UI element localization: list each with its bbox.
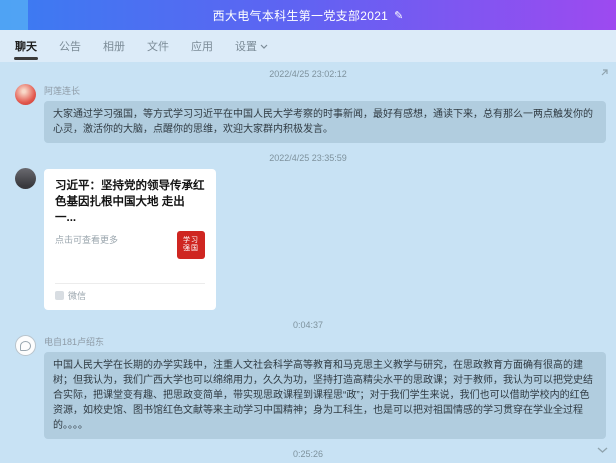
chat-message: 阿莲连长 大家通过学习强国，等方式学习习近平在中国人民大学考察的时事新闻，最好有… (0, 82, 616, 147)
xuexi-qiangguo-logo-icon: 学习 强国 (177, 231, 205, 259)
tab-apps-label: 应用 (191, 38, 213, 54)
tab-announcement-label: 公告 (59, 38, 81, 54)
tab-album-label: 相册 (103, 38, 125, 54)
avatar[interactable] (15, 335, 36, 356)
tab-chat-label: 聊天 (15, 38, 37, 54)
tab-files[interactable]: 文件 (146, 30, 170, 62)
wechat-source-icon (55, 291, 64, 300)
avatar[interactable] (15, 84, 36, 105)
chat-message-area: 2022/4/25 23:02:12 阿莲连长 大家通过学习强国，等方式学习习近… (0, 62, 616, 463)
shared-link-card[interactable]: 习近平：坚持党的领导传承红色基因扎根中国大地 走出一... 点击可查看更多 学习… (44, 169, 216, 310)
card-source: 微信 (68, 289, 86, 302)
message-bubble: 中国人民大学在长期的办学实践中，注重人文社会科学高等教育和马克思主义教学与研究，… (44, 352, 606, 439)
tab-announcement[interactable]: 公告 (58, 30, 82, 62)
title-bar: 西大电气本科生第一党支部2021 ✎ (0, 0, 616, 30)
tab-album[interactable]: 相册 (102, 30, 126, 62)
card-title: 习近平：坚持党的领导传承红色基因扎根中国大地 走出一... (55, 178, 205, 226)
expand-arrow-icon[interactable] (599, 65, 609, 83)
avatar[interactable] (15, 168, 36, 189)
chat-message: 习近平：坚持党的领导传承红色基因扎根中国大地 走出一... 点击可查看更多 学习… (0, 166, 616, 314)
message-bubble: 大家通过学习强国，等方式学习习近平在中国人民大学考察的时事新闻，最好有感想，通读… (44, 101, 606, 143)
timestamp: 2022/4/25 23:35:59 (0, 153, 616, 163)
tab-chat[interactable]: 聊天 (14, 30, 38, 62)
tab-apps[interactable]: 应用 (190, 30, 214, 62)
chat-message: 电自181卢绍东 中国人民大学在长期的办学实践中，注重人文社会科学高等教育和马克… (0, 333, 616, 443)
timestamp: 0:25:26 (0, 449, 616, 459)
timestamp: 0:04:37 (0, 320, 616, 330)
sender-name: 阿莲连长 (44, 84, 606, 97)
tab-settings-label: 设置 (235, 38, 257, 54)
timestamp: 2022/4/25 23:02:12 (0, 69, 616, 79)
scroll-down-chevron-icon[interactable] (597, 441, 608, 459)
tab-files-label: 文件 (147, 38, 169, 54)
chevron-down-icon (260, 44, 268, 49)
card-hint: 点击可查看更多 (55, 231, 118, 246)
sender-name: 电自181卢绍东 (44, 335, 606, 348)
tab-bar: 聊天 公告 相册 文件 应用 设置 (0, 30, 616, 62)
tab-settings[interactable]: 设置 (234, 30, 269, 62)
edit-title-icon[interactable]: ✎ (394, 9, 403, 22)
titlebar-corner-accent (0, 0, 28, 30)
group-title: 西大电气本科生第一党支部2021 (213, 7, 389, 24)
group-chat-window: 西大电气本科生第一党支部2021 ✎ 聊天 公告 相册 文件 应用 设置 202… (0, 0, 616, 463)
